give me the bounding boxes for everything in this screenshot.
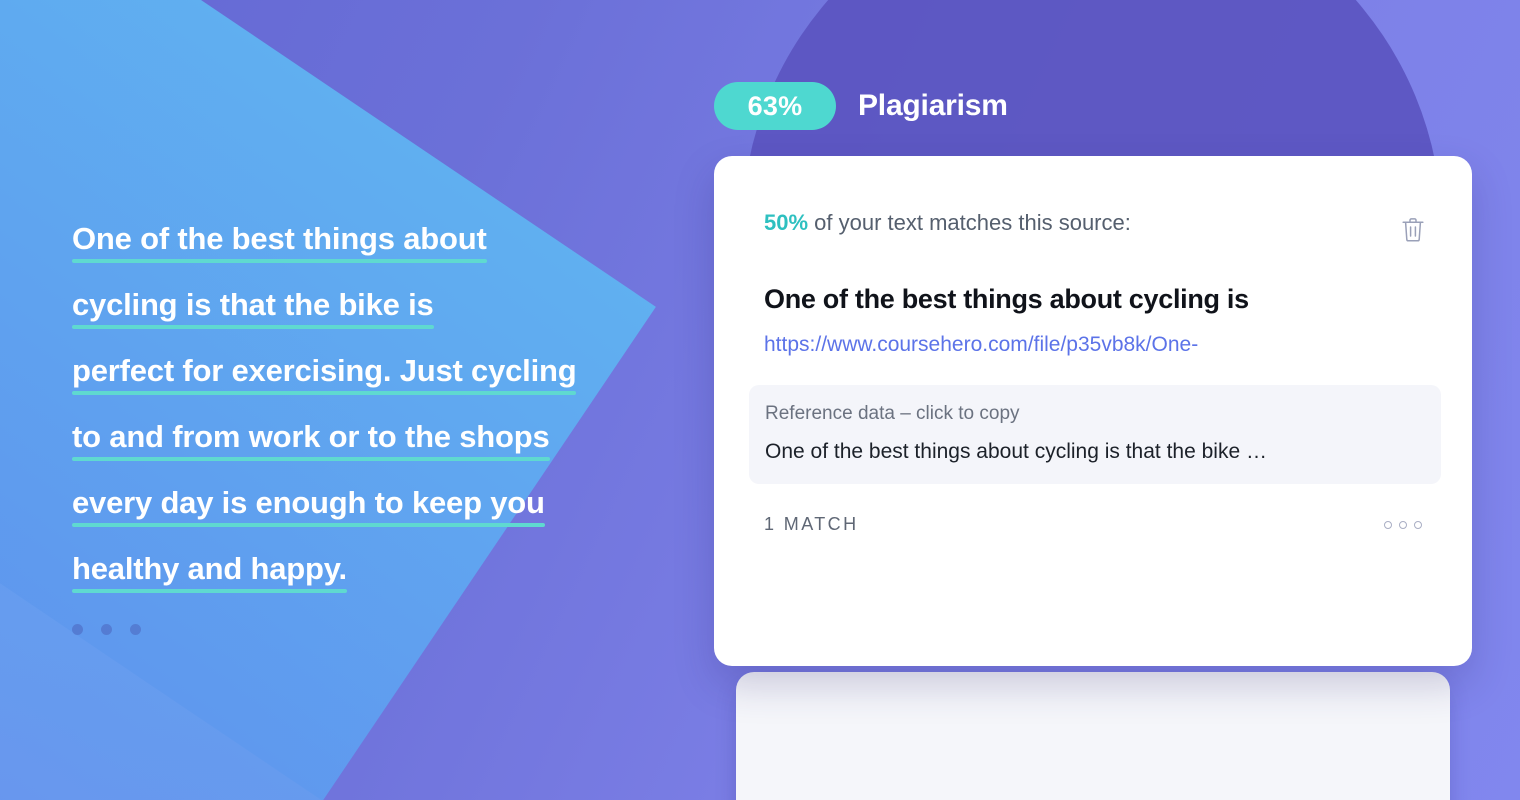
more-horizontal-icon-dot [1384,520,1392,529]
match-count-label: 1 MATCH [764,514,859,535]
card-footer: 1 MATCH [764,514,1422,535]
document-line[interactable]: perfect for exercising. Just cycling [72,338,577,404]
document-text-pane: One of the best things about cycling is … [72,206,692,602]
match-card-stack: 50% of your text matches this source: On… [714,156,1472,800]
more-horizontal-icon-dot [1414,520,1422,529]
reference-data-text: One of the best things about cycling is … [765,440,1267,464]
match-card: 50% of your text matches this source: On… [714,156,1472,666]
pagination-dot[interactable] [101,624,112,635]
match-percent-value: 50% [764,210,809,235]
page-title: Plagiarism [858,89,1008,122]
reference-data-box[interactable]: Reference data – click to copy One of th… [749,385,1441,485]
delete-button[interactable] [1396,212,1430,248]
plagiarism-header: 63% Plagiarism [714,82,1008,130]
more-horizontal-icon-dot [1399,520,1407,529]
app-background: One of the best things about cycling is … [0,0,1520,800]
reference-data-label: Reference data – click to copy [765,403,1020,425]
pagination-dots[interactable] [72,624,141,635]
trash-icon [1402,218,1424,242]
source-title: One of the best things about cycling is [764,284,1249,315]
pagination-dot[interactable] [72,624,83,635]
document-line[interactable]: every day is enough to keep you [72,470,545,536]
match-percent-line: 50% of your text matches this source: [764,210,1422,236]
match-percent-label: of your text matches this source: [808,210,1131,235]
plagiarism-score-badge: 63% [714,82,836,130]
pagination-dot[interactable] [130,624,141,635]
document-line[interactable]: healthy and happy. [72,536,347,602]
source-url-link[interactable]: https://www.coursehero.com/file/p35vb8k/… [764,333,1422,357]
document-line[interactable]: cycling is that the bike is [72,272,434,338]
more-options-button[interactable] [1384,520,1422,529]
document-line[interactable]: One of the best things about [72,206,487,272]
card-stack-layer-mid [736,672,1450,800]
document-line[interactable]: to and from work or to the shops [72,404,550,470]
